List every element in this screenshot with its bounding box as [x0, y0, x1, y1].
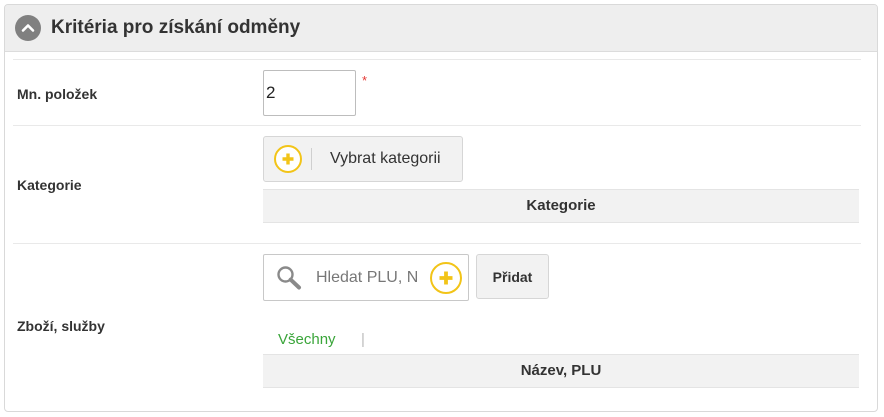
plus-circle-icon: [274, 145, 302, 173]
magnifier-icon: [277, 265, 301, 289]
add-product-plus-icon[interactable]: [430, 261, 462, 294]
product-search-input[interactable]: [314, 267, 426, 288]
products-label: Zboží, služby: [17, 318, 105, 334]
select-category-button[interactable]: Vybrat kategorii: [263, 136, 463, 182]
category-label: Kategorie: [17, 177, 82, 193]
chevron-up-icon: [21, 24, 35, 32]
filter-separator: |: [361, 331, 365, 348]
panel-header: Kritéria pro získání odměny: [5, 5, 877, 52]
collapse-toggle-button[interactable]: [15, 15, 41, 41]
select-category-label: Vybrat kategorii: [330, 150, 441, 167]
filter-all-link[interactable]: Všechny: [278, 331, 336, 348]
quantity-row: [13, 59, 861, 126]
product-search-box: [263, 254, 469, 301]
quantity-label: Mn. položek: [17, 86, 98, 102]
reward-criteria-panel: Kritéria pro získání odměny Mn. položek …: [4, 4, 878, 412]
products-table-header: Název, PLU: [263, 354, 859, 388]
required-marker: *: [362, 73, 368, 88]
panel-title: Kritéria pro získání odměny: [51, 17, 301, 38]
quantity-input[interactable]: [263, 70, 356, 116]
add-button[interactable]: Přidat: [476, 254, 549, 299]
category-table-header: Kategorie: [263, 189, 859, 223]
button-divider: [311, 148, 312, 170]
